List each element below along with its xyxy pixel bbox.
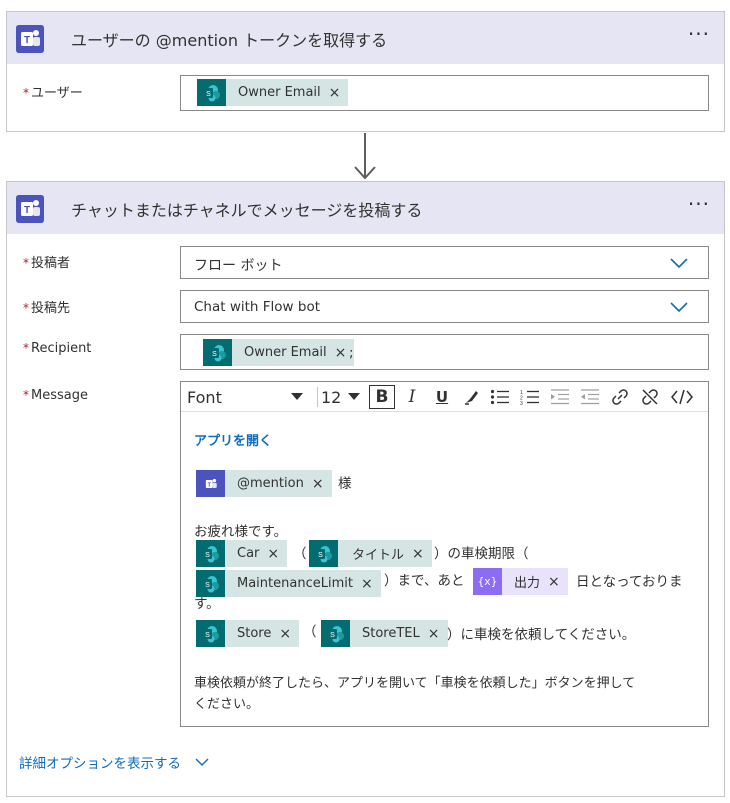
- postin-value: Chat with Flow bot: [194, 299, 321, 315]
- honorific-text: 様: [338, 476, 352, 492]
- recipient-label: * Recipient: [23, 341, 92, 356]
- until-text: ）まで、あと: [384, 573, 465, 589]
- remove-token-icon[interactable]: ×: [412, 546, 432, 562]
- days-text-continued: す。: [194, 596, 220, 612]
- code-view-icon[interactable]: [667, 382, 697, 412]
- svg-text:3: 3: [520, 401, 523, 405]
- greeting-text: お疲れ様です。: [194, 524, 288, 540]
- teams-icon: T: [196, 470, 225, 497]
- mention-token[interactable]: T @mention ×: [196, 470, 332, 497]
- show-advanced-options[interactable]: 詳細オプションを表示する: [19, 752, 209, 772]
- svg-text:S: S: [205, 632, 210, 639]
- more-options-icon[interactable]: ···: [688, 192, 710, 216]
- post-message-card: T チャットまたはチャネルでメッセージを投稿する ··· * 投稿者 フロー ボッ…: [6, 181, 725, 797]
- remove-token-icon[interactable]: ×: [267, 546, 287, 562]
- mention-token-card: T ユーザーの @mention トークンを取得する ··· * ユーザー S O…: [6, 11, 725, 132]
- chevron-down-icon[interactable]: [670, 302, 688, 312]
- remove-token-icon[interactable]: ×: [361, 576, 381, 592]
- more-options-icon[interactable]: ···: [688, 22, 710, 46]
- svg-text:S: S: [318, 552, 323, 559]
- card-header[interactable]: T チャットまたはチャネルでメッセージを投稿する ···: [7, 182, 724, 234]
- card-header[interactable]: T ユーザーの @mention トークンを取得する ···: [7, 12, 724, 64]
- recipient-separator: ;: [349, 345, 354, 361]
- card-title: チャットまたはチャネルでメッセージを投稿する: [71, 201, 423, 220]
- sharepoint-icon: S: [203, 339, 232, 366]
- highlight-pen-icon[interactable]: [459, 382, 485, 412]
- user-field[interactable]: S Owner Email ×: [180, 75, 709, 111]
- title-token[interactable]: S タイトル ×: [309, 540, 432, 567]
- expression-icon: {x}: [473, 568, 502, 595]
- toolbar-divider: [317, 387, 318, 407]
- footer-text-line1: 車検依頼が終了したら、アプリを開いて「車検を依頼した」ボタンを押して: [194, 676, 636, 691]
- postin-label: * 投稿先: [23, 301, 71, 316]
- days-text: 日となっておりま: [576, 574, 683, 590]
- recipient-field[interactable]: S Owner Email × ;: [180, 334, 709, 370]
- teams-icon: T: [16, 195, 44, 223]
- sharepoint-icon: S: [309, 540, 338, 567]
- bullet-list-icon[interactable]: [487, 382, 513, 412]
- maintenance-limit-token[interactable]: S MaintenanceLimit ×: [196, 570, 381, 597]
- footer-text-line2: ください。: [194, 697, 260, 712]
- caret-down-icon: [348, 393, 360, 400]
- increase-indent-icon[interactable]: [547, 382, 573, 412]
- bold-button[interactable]: B: [369, 385, 395, 409]
- chevron-down-icon[interactable]: [670, 258, 688, 268]
- caret-down-icon: [291, 393, 303, 400]
- size-select[interactable]: 12: [321, 382, 365, 412]
- storetel-token[interactable]: S StoreTEL ×: [321, 620, 448, 647]
- remove-token-icon[interactable]: ×: [279, 626, 299, 642]
- remove-token-icon[interactable]: ×: [428, 626, 448, 642]
- sharepoint-icon: S: [321, 620, 350, 647]
- svg-text:S: S: [330, 632, 335, 639]
- link-icon[interactable]: [607, 382, 633, 412]
- svg-text:S: S: [205, 582, 210, 589]
- svg-text:S: S: [212, 351, 217, 358]
- sharepoint-icon: S: [196, 620, 225, 647]
- decrease-indent-icon[interactable]: [577, 382, 603, 412]
- numbered-list-icon[interactable]: 123: [517, 382, 543, 412]
- poster-label: * 投稿者: [23, 256, 71, 271]
- owner-email-token[interactable]: S Owner Email ×: [197, 79, 349, 106]
- card-title: ユーザーの @mention トークンを取得する: [71, 31, 388, 50]
- arrow-down-icon: [354, 133, 376, 180]
- output-expression-token[interactable]: {x} 出力 ×: [473, 568, 568, 595]
- message-label: * Message: [23, 388, 88, 403]
- rich-text-toolbar: Font 12 B I U 123: [181, 382, 708, 412]
- unlink-icon[interactable]: [637, 382, 663, 412]
- remove-token-icon[interactable]: ×: [548, 574, 568, 590]
- svg-text:S: S: [206, 91, 211, 98]
- request-text: ）に車検を依頼してください。: [447, 627, 636, 643]
- remove-token-icon[interactable]: ×: [312, 476, 332, 492]
- font-select[interactable]: Font: [187, 382, 307, 412]
- svg-text:T: T: [207, 482, 211, 488]
- svg-text:T: T: [24, 35, 30, 46]
- poster-select[interactable]: フロー ボット: [180, 246, 709, 279]
- remove-token-icon[interactable]: ×: [329, 85, 349, 101]
- paren-open-text: （: [293, 546, 307, 562]
- sharepoint-icon: S: [196, 540, 225, 567]
- svg-text:S: S: [205, 552, 210, 559]
- store-token[interactable]: S Store ×: [196, 620, 300, 647]
- sharepoint-icon: S: [197, 79, 226, 106]
- italic-button[interactable]: I: [399, 382, 425, 412]
- user-label: * ユーザー: [23, 86, 83, 101]
- owner-email-token[interactable]: S Owner Email ×: [203, 339, 355, 366]
- car-token[interactable]: S Car ×: [196, 540, 288, 567]
- underline-button[interactable]: U: [429, 382, 455, 412]
- svg-text:T: T: [24, 205, 30, 216]
- teams-icon: T: [16, 25, 44, 53]
- paren-open-text: （: [303, 624, 317, 640]
- chevron-down-icon: [195, 758, 209, 766]
- deadline-text: ）の車検期限（: [434, 546, 529, 562]
- poster-value: フロー ボット: [194, 258, 283, 274]
- open-app-link[interactable]: アプリを開く: [194, 430, 272, 449]
- message-editor[interactable]: Font 12 B I U 123 アプリを開く T @mention × 様 …: [180, 381, 709, 727]
- postin-select[interactable]: Chat with Flow bot: [180, 290, 709, 323]
